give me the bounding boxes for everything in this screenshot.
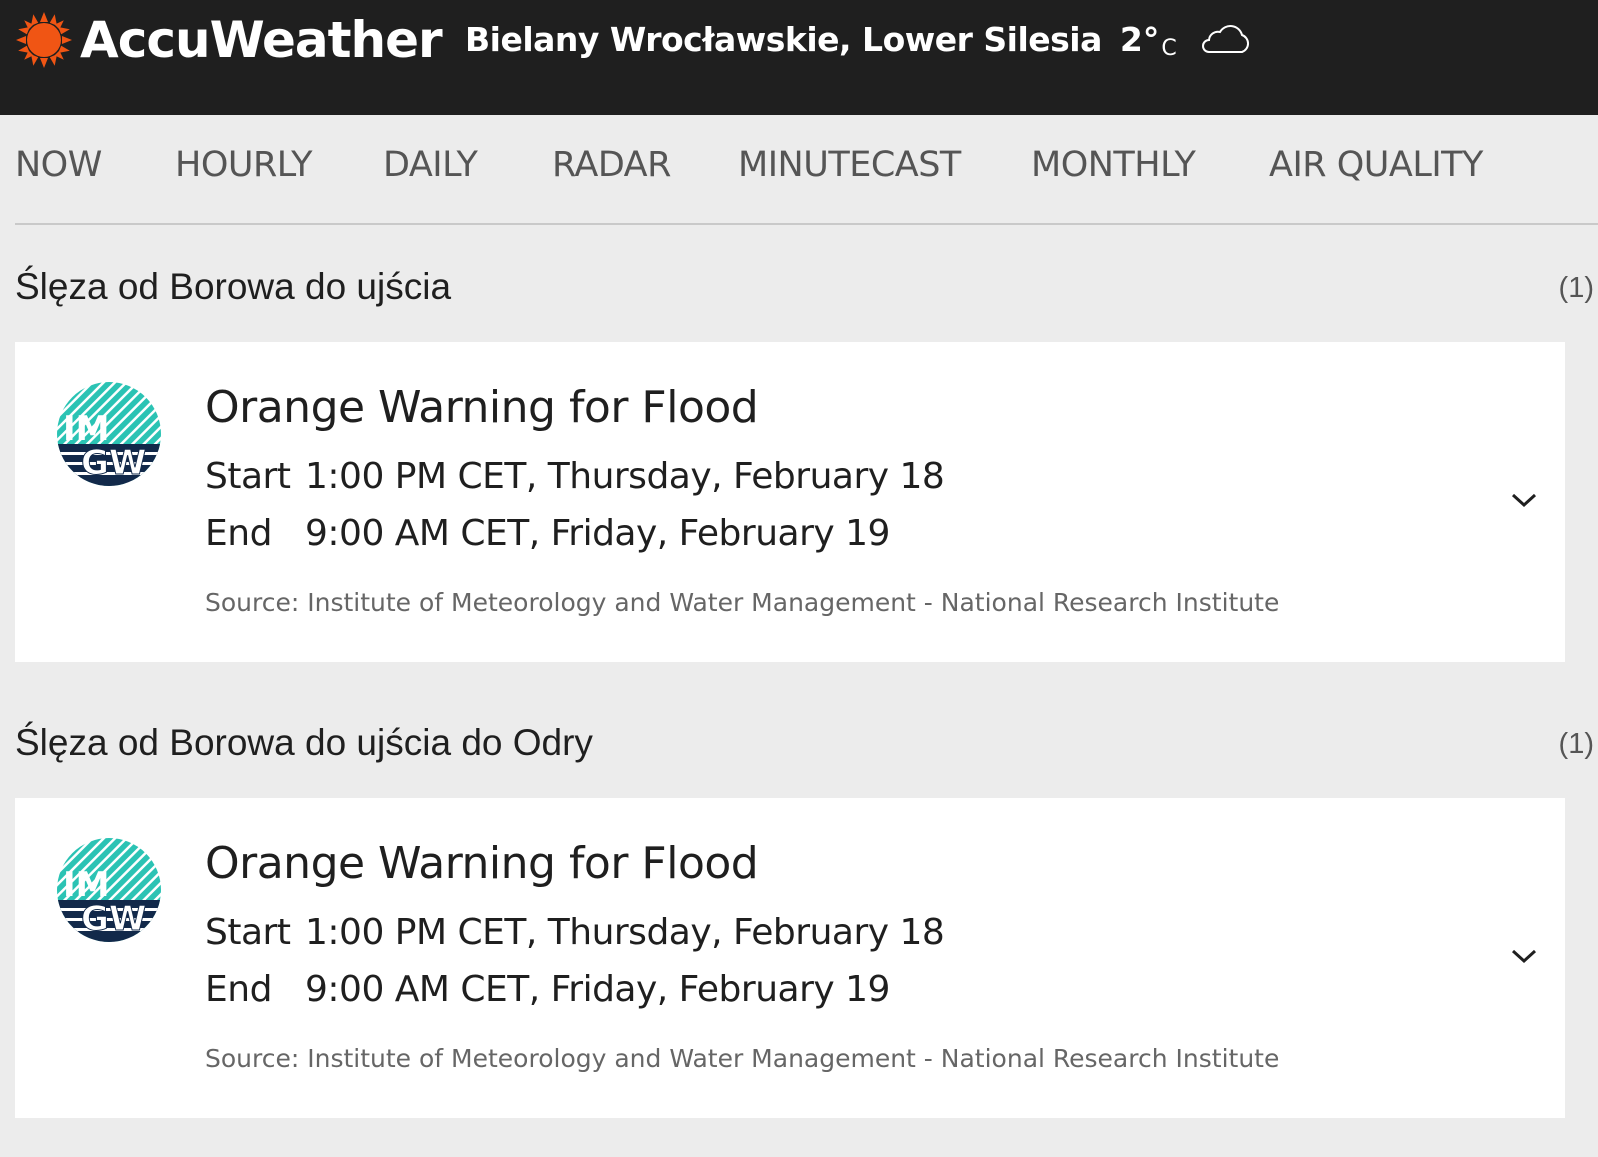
alert-source: Source: Institute of Meteorology and Wat…: [205, 1044, 1280, 1073]
end-label: End: [205, 969, 272, 1010]
chevron-down-icon[interactable]: [1509, 490, 1539, 510]
temperature-unit: C: [1161, 35, 1177, 61]
alert-card[interactable]: IM GW Orange Warning for Flood Start 1:00…: [15, 798, 1565, 1118]
start-value: 1:00 PM CET, Thursday, February 18: [305, 912, 945, 953]
location-name: Bielany Wrocławskie, Lower Silesia: [465, 19, 1102, 59]
alert-start-row: Start 1:00 PM CET, Thursday, February 18: [205, 456, 945, 497]
nav-radar[interactable]: RADAR: [552, 145, 671, 185]
current-temperature: 2°C: [1119, 19, 1177, 61]
alert-source: Source: Institute of Meteorology and Wat…: [205, 588, 1280, 617]
current-location[interactable]: Bielany Wrocławskie, Lower Silesia 2°C: [465, 16, 1253, 62]
end-label: End: [205, 513, 272, 554]
start-label: Start: [205, 912, 291, 953]
alert-group-count: (1): [1558, 728, 1594, 760]
nav-daily[interactable]: DAILY: [383, 145, 478, 185]
alert-title: Orange Warning for Flood: [205, 838, 759, 889]
alert-card[interactable]: IM GW Orange Warning for Flood Start 1:00…: [15, 342, 1565, 662]
alert-group-title: Ślęza od Borowa do ujścia: [15, 266, 452, 307]
svg-text:GW: GW: [81, 443, 146, 483]
alert-title: Orange Warning for Flood: [205, 382, 759, 433]
nav-hourly[interactable]: HOURLY: [175, 145, 313, 185]
nav-now[interactable]: NOW: [15, 145, 102, 185]
alert-end-row: End 9:00 AM CET, Friday, February 19: [205, 513, 890, 554]
end-value: 9:00 AM CET, Friday, February 19: [305, 969, 890, 1010]
alert-group-title: Ślęza od Borowa do ujścia do Odry: [15, 722, 593, 763]
sun-logo-icon: [16, 12, 72, 68]
cloud-icon: [1201, 25, 1249, 53]
accuweather-logo[interactable]: AccuWeather: [14, 8, 443, 72]
site-header: AccuWeather Bielany Wrocławskie, Lower S…: [0, 0, 1598, 115]
nav-monthly[interactable]: MONTHLY: [1031, 145, 1196, 185]
forecast-nav: NOW HOURLY DAILY RADAR MINUTECAST MONTHL…: [15, 115, 1598, 225]
alert-group-count: (1): [1558, 272, 1594, 304]
logo-wordmark: AccuWeather: [80, 11, 443, 69]
start-value: 1:00 PM CET, Thursday, February 18: [305, 456, 945, 497]
nav-air-quality[interactable]: AIR QUALITY: [1269, 145, 1483, 185]
chevron-down-icon[interactable]: [1509, 946, 1539, 966]
svg-text:GW: GW: [81, 899, 146, 939]
imgw-logo-icon: IM GW: [57, 382, 161, 486]
start-label: Start: [205, 456, 291, 497]
alert-end-row: End 9:00 AM CET, Friday, February 19: [205, 969, 890, 1010]
end-value: 9:00 AM CET, Friday, February 19: [305, 513, 890, 554]
alert-start-row: Start 1:00 PM CET, Thursday, February 18: [205, 912, 945, 953]
imgw-logo-icon: IM GW: [57, 838, 161, 942]
nav-minutecast[interactable]: MINUTECAST: [738, 145, 961, 185]
temperature-value: 2°: [1119, 19, 1160, 59]
